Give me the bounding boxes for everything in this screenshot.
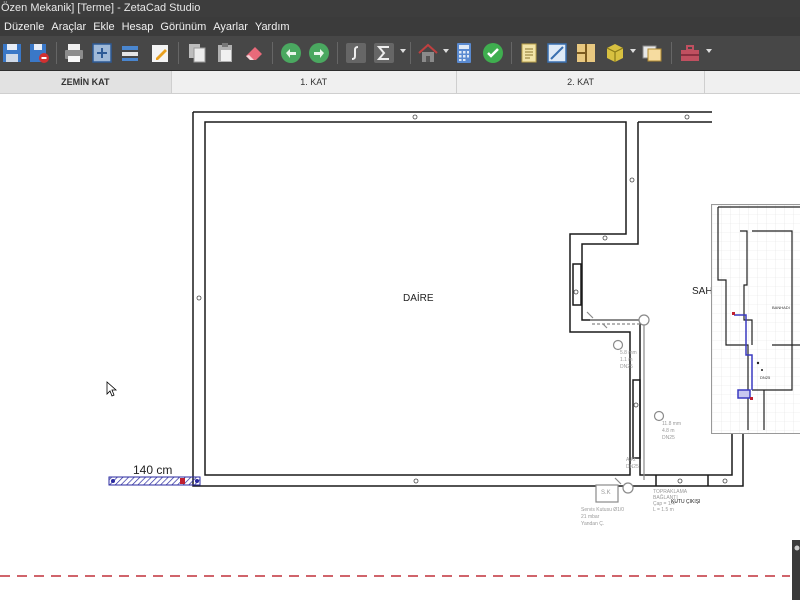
menu-gorunum[interactable]: Görünüm (156, 21, 209, 33)
pipe-annotation-a-line: 1.1 m (620, 357, 633, 363)
toolbar-separator (671, 42, 672, 64)
toolbar (0, 36, 800, 71)
minimap-overview[interactable]: BANHADI DN25 (711, 204, 800, 434)
dimension-label: 140 cm (133, 463, 173, 477)
undo-icon[interactable] (279, 41, 303, 65)
minimap-plan (712, 205, 800, 433)
plan-icon[interactable] (574, 41, 598, 65)
pipe-annotation-b: 11.8 mm 4.8 m DN25 (662, 421, 681, 442)
menu-ayarlar[interactable]: Ayarlar (209, 21, 251, 33)
3d-box-icon[interactable] (603, 41, 627, 65)
minimap-note: DN25 (760, 375, 771, 380)
pipe-annotation-b-line: 11.8 mm (662, 421, 682, 427)
floor-tabs: ZEMİN KAT 1. KAT 2. KAT (0, 71, 800, 94)
pipe-annotation-b-line: DN25 (662, 435, 675, 441)
room-label: DAİRE (403, 293, 434, 304)
window-title: Özen Mekanik] [Terme] - ZetaCad Studio (1, 2, 201, 14)
tab-empty (705, 71, 800, 93)
toolbar-separator (511, 42, 512, 64)
symbol-icon[interactable] (344, 41, 368, 65)
pipe-annotation-c-line: DN25 (626, 464, 639, 470)
print-icon[interactable] (62, 41, 86, 65)
sk-annotation-line: 21 mbar (581, 514, 600, 520)
sk-annotation-line: Yandan Ç. (581, 521, 605, 527)
print-preview-icon[interactable] (90, 41, 114, 65)
toolbox-icon[interactable] (678, 41, 702, 65)
calculator-icon[interactable] (452, 41, 476, 65)
sk-annotation: Servis Kutusu Ø1/0 21 mbar Yandan Ç. (581, 507, 624, 528)
sk-annotation-line: Servis Kutusu Ø1/0 (581, 507, 625, 513)
save-as-icon[interactable] (27, 41, 51, 65)
toolbox-dropdown-icon[interactable] (706, 49, 712, 53)
toolbar-separator (56, 42, 57, 64)
copy-icon[interactable] (185, 41, 209, 65)
menu-duzenle[interactable]: Düzenle (0, 21, 47, 33)
menu-hesap[interactable]: Hesap (118, 21, 157, 33)
save-icon[interactable] (0, 41, 24, 65)
report-icon[interactable] (517, 41, 541, 65)
toolbar-separator (178, 42, 179, 64)
menu-araclar[interactable]: Araçlar (47, 21, 89, 33)
sk-box-label: S.K (601, 490, 611, 496)
window-icon[interactable] (640, 41, 664, 65)
menu-bar: Düzenle Araçlar Ekle Hesap Görünüm Ayarl… (0, 17, 800, 36)
topraklama-line: L = 1.5 m (653, 507, 674, 513)
house-icon[interactable] (416, 41, 440, 65)
3d-dropdown-icon[interactable] (630, 49, 636, 53)
gas-pipe (586, 311, 665, 503)
toolbar-separator (272, 42, 273, 64)
drawing-icon[interactable] (545, 41, 569, 65)
room-label-partial: SAH (692, 286, 713, 297)
title-bar: Özen Mekanik] [Terme] - ZetaCad Studio (0, 0, 800, 17)
tab-zemin-kat[interactable]: ZEMİN KAT (0, 71, 172, 93)
wall-nodes (196, 114, 740, 484)
redo-icon[interactable] (307, 41, 331, 65)
right-inner-wall (581, 121, 733, 476)
kutu-label: KUTU ÇIKIŞI (671, 499, 701, 505)
mouse-cursor-icon (106, 381, 118, 397)
floor-plan[interactable] (0, 94, 800, 600)
opening-left (572, 263, 582, 306)
pipe-annotation-c: A.Kt DN25 (626, 457, 639, 471)
layers-icon[interactable] (118, 41, 142, 65)
paste-icon[interactable] (213, 41, 237, 65)
menu-ekle[interactable]: Ekle (89, 21, 117, 33)
pipe-annotation-c-line: A.Kt (626, 457, 636, 463)
pipe-annotation-a: 5.8 mm 1.1 m DN25 (620, 350, 637, 371)
toolbar-separator (410, 42, 411, 64)
tab-2-kat[interactable]: 2. KAT (457, 71, 706, 93)
toolbar-separator (337, 42, 338, 64)
drawing-canvas[interactable]: DAİRE SAH 140 cm 5.8 mm 1.1 m DN25 11.8 … (0, 94, 800, 600)
outer-wall (192, 111, 744, 487)
pipe-annotation-a-line: 5.8 mm (620, 350, 637, 356)
minimap-room-label: BANHADI (772, 305, 790, 310)
pipe-annotation-a-line: DN25 (620, 364, 633, 370)
sum-icon[interactable] (372, 41, 396, 65)
tab-1-kat[interactable]: 1. KAT (172, 71, 457, 93)
walls (192, 111, 744, 487)
menu-yardim[interactable]: Yardım (251, 21, 293, 33)
edit-icon[interactable] (148, 41, 172, 65)
check-icon[interactable] (481, 41, 505, 65)
opening-right (632, 379, 641, 459)
house-dropdown-icon[interactable] (443, 49, 449, 53)
sum-dropdown-icon[interactable] (400, 49, 406, 53)
dimension-bar[interactable] (108, 476, 201, 486)
pipe-annotation-b-line: 4.8 m (662, 428, 675, 434)
eraser-icon[interactable] (242, 41, 266, 65)
